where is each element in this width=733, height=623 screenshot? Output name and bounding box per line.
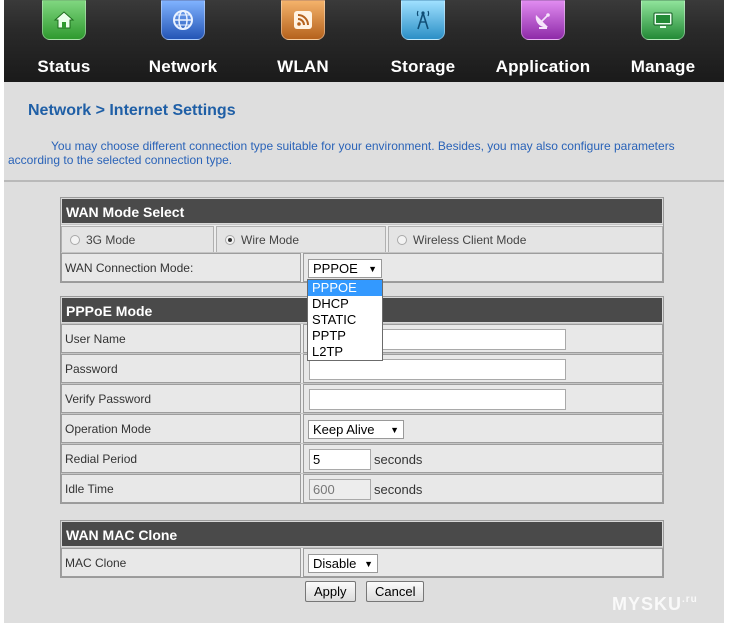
redial-period-value-cell: 5 seconds	[303, 444, 663, 473]
wan-mode-header: WAN Mode Select	[61, 198, 663, 224]
redial-period-input[interactable]: 5	[309, 449, 371, 470]
operation-mode-row: Operation Mode Keep Alive ▼	[61, 413, 663, 443]
dropdown-option-static[interactable]: STATIC	[308, 312, 382, 328]
operation-mode-selected: Keep Alive	[313, 422, 375, 437]
idle-time-input: 600	[309, 479, 371, 500]
radio-wireless-client-label: Wireless Client Mode	[413, 232, 527, 247]
page-title: Network > Internet Settings	[28, 102, 236, 119]
radio-wireless-client-mode[interactable]	[397, 234, 407, 245]
operation-mode-value-cell: Keep Alive ▼	[303, 414, 663, 443]
verify-password-value-cell	[303, 384, 663, 413]
verify-password-label: Verify Password	[61, 384, 301, 413]
radio-3g-mode[interactable]	[70, 234, 80, 245]
nav-item-status[interactable]: Status	[4, 0, 124, 82]
wan-mode-panel: WAN Mode Select 3G Mode Wire Mode Wirele…	[60, 197, 664, 283]
mac-clone-value-cell: Disable ▼	[303, 548, 663, 577]
wan-connection-dropdown-list: PPPOE DHCP STATIC PPTP L2TP	[307, 279, 383, 361]
nav-label-application: Application	[495, 57, 591, 76]
nav-label-storage: Storage	[390, 57, 456, 76]
top-navigation-bar: Status Network WLAN Storage Application …	[4, 0, 724, 82]
password-label: Password	[61, 354, 301, 383]
mac-clone-label: MAC Clone	[61, 548, 301, 577]
mac-clone-select[interactable]: Disable ▼	[308, 554, 378, 573]
redial-period-row: Redial Period 5 seconds	[61, 443, 663, 473]
house-icon	[42, 0, 86, 40]
watermark: MYSKU.ru	[612, 594, 698, 615]
wan-connection-row: WAN Connection Mode: PPPOE ▼	[61, 252, 663, 282]
page-description: You may choose different connection type…	[8, 139, 675, 167]
rss-icon	[281, 0, 325, 40]
nav-label-network: Network	[148, 57, 218, 76]
dropdown-arrow-icon: ▼	[390, 424, 399, 435]
watermark-suffix: .ru	[682, 594, 698, 605]
mac-clone-panel: WAN MAC Clone MAC Clone Disable ▼	[60, 520, 664, 578]
redial-unit: seconds	[374, 452, 423, 467]
radio-wire-label: Wire Mode	[241, 232, 300, 247]
radio-wire-mode[interactable]	[225, 234, 235, 245]
cancel-button[interactable]: Cancel	[366, 581, 425, 602]
watermark-text: MYSKU	[612, 594, 683, 614]
radio-option-3g[interactable]: 3G Mode	[61, 226, 214, 253]
username-label: User Name	[61, 324, 301, 353]
dropdown-arrow-icon: ▼	[368, 263, 377, 274]
nav-label-status: Status	[37, 57, 91, 76]
verify-password-row: Verify Password	[61, 383, 663, 413]
dropdown-option-l2tp[interactable]: L2TP	[308, 344, 382, 360]
divider	[4, 180, 724, 182]
redial-period-label: Redial Period	[61, 444, 301, 473]
dropdown-option-pptp[interactable]: PPTP	[308, 328, 382, 344]
nav-label-wlan: WLAN	[277, 57, 329, 76]
operation-mode-select[interactable]: Keep Alive ▼	[308, 420, 404, 439]
wan-connection-label: WAN Connection Mode:	[61, 253, 301, 282]
idle-unit: seconds	[374, 482, 423, 497]
nav-item-storage[interactable]: Storage	[363, 0, 483, 82]
monitor-icon	[641, 0, 685, 40]
dropdown-option-dhcp[interactable]: DHCP	[308, 296, 382, 312]
idle-time-row: Idle Time 600 seconds	[61, 473, 663, 503]
wan-connection-selected: PPPOE	[313, 261, 358, 276]
mac-clone-header: WAN MAC Clone	[61, 521, 663, 547]
mac-clone-row: MAC Clone Disable ▼	[61, 547, 663, 577]
nav-item-manage[interactable]: Manage	[603, 0, 723, 82]
idle-time-label: Idle Time	[61, 474, 301, 503]
radio-option-wire[interactable]: Wire Mode	[216, 226, 386, 253]
apply-button[interactable]: Apply	[305, 581, 356, 602]
nav-item-application[interactable]: Application	[483, 0, 603, 82]
antenna-icon	[401, 0, 445, 40]
dropdown-arrow-icon: ▼	[364, 558, 373, 569]
nav-label-manage: Manage	[630, 57, 696, 76]
satellite-dish-icon	[521, 0, 565, 40]
wan-connection-select[interactable]: PPPOE ▼	[308, 259, 382, 278]
globe-icon	[161, 0, 205, 40]
operation-mode-label: Operation Mode	[61, 414, 301, 443]
mac-clone-selected: Disable	[313, 556, 357, 571]
password-input[interactable]	[309, 359, 566, 380]
radio-option-wireless-client[interactable]: Wireless Client Mode	[388, 226, 663, 253]
nav-item-wlan[interactable]: WLAN	[243, 0, 363, 82]
verify-password-input[interactable]	[309, 389, 566, 410]
nav-item-network[interactable]: Network	[123, 0, 243, 82]
idle-time-value-cell: 600 seconds	[303, 474, 663, 503]
wan-connection-value-cell: PPPOE ▼	[303, 253, 663, 282]
radio-3g-label: 3G Mode	[86, 232, 136, 247]
wan-mode-radio-row: 3G Mode Wire Mode Wireless Client Mode	[61, 224, 663, 253]
dropdown-option-pppoe[interactable]: PPPOE	[308, 280, 382, 296]
